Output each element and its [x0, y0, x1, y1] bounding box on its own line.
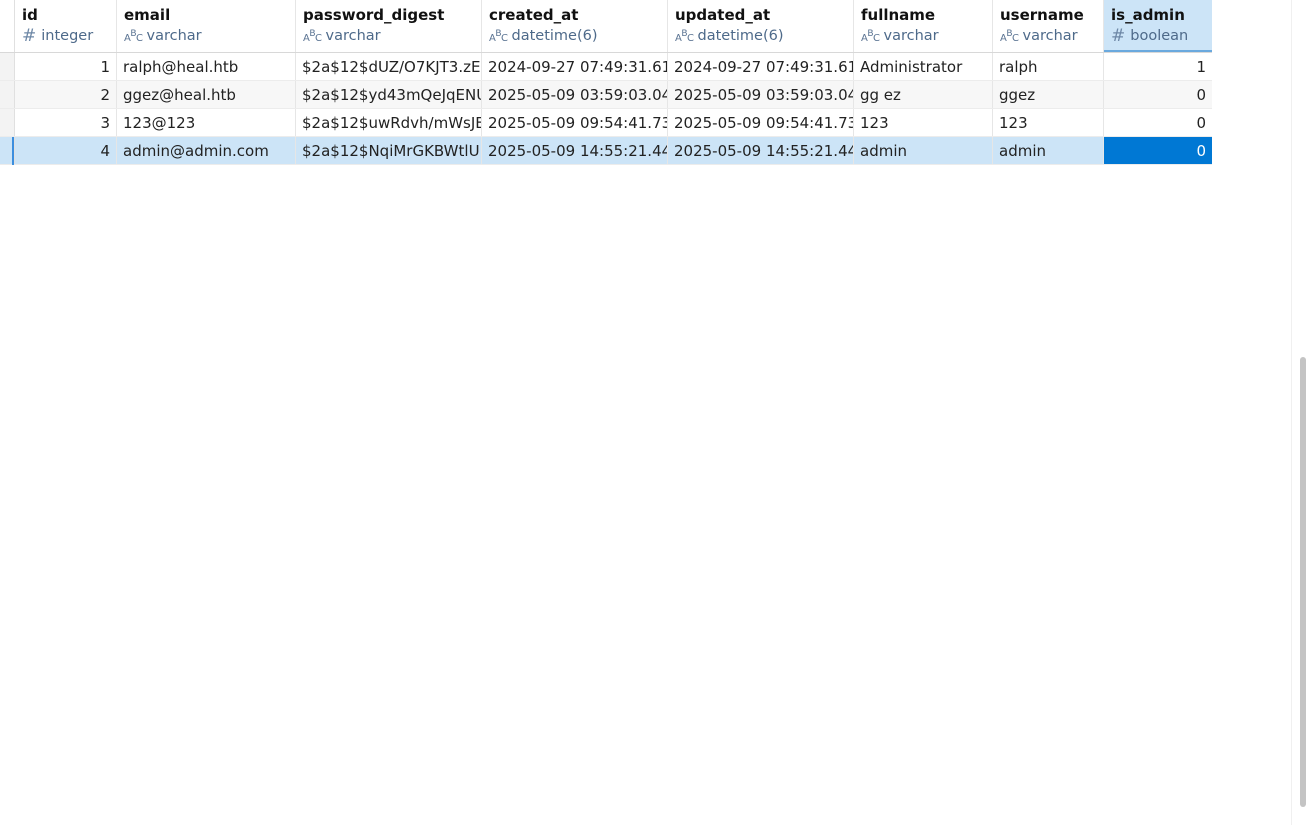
column-header-username[interactable]: username ABC varchar	[993, 0, 1104, 52]
cell-id[interactable]: 3	[15, 109, 117, 136]
column-header-created-at[interactable]: created_at ABC datetime(6)	[482, 0, 668, 52]
column-header-password-digest[interactable]: password_digest ABC varchar	[296, 0, 482, 52]
column-name: id	[22, 6, 38, 24]
cell-id[interactable]: 4	[15, 137, 117, 164]
abc-icon: ABC	[489, 29, 508, 44]
cell-id[interactable]: 2	[15, 81, 117, 108]
column-name: username	[1000, 6, 1084, 24]
row-gutter[interactable]	[0, 137, 15, 164]
cell-email[interactable]: 123@123	[117, 109, 296, 136]
cell-updated-at[interactable]: 2025-05-09 09:54:41.73	[668, 109, 854, 136]
column-type: # boolean	[1111, 26, 1206, 46]
cell-fullname[interactable]: 123	[854, 109, 993, 136]
table-row[interactable]: 2 ggez@heal.htb $2a$12$yd43mQeJqENU 2025…	[0, 81, 1212, 109]
cell-fullname[interactable]: gg ez	[854, 81, 993, 108]
column-header-fullname[interactable]: fullname ABC varchar	[854, 0, 993, 52]
cell-email[interactable]: ralph@heal.htb	[117, 53, 296, 80]
column-header-is-admin[interactable]: is_admin # boolean	[1104, 0, 1212, 52]
column-type-label: varchar	[146, 28, 202, 44]
cell-username[interactable]: ggez	[993, 81, 1104, 108]
column-type-label: boolean	[1130, 28, 1189, 44]
cell-created-at[interactable]: 2025-05-09 14:55:21.44	[482, 137, 668, 164]
column-name: fullname	[861, 6, 936, 24]
hash-icon: #	[22, 26, 37, 46]
cell-email[interactable]: admin@admin.com	[117, 137, 296, 164]
cell-password-digest[interactable]: $2a$12$uwRdvh/mWsJE	[296, 109, 482, 136]
column-name: email	[124, 6, 171, 24]
cell-username[interactable]: ralph	[993, 53, 1104, 80]
cell-created-at[interactable]: 2025-05-09 03:59:03.04	[482, 81, 668, 108]
column-header-email[interactable]: email ABC varchar	[117, 0, 296, 52]
grid-header: id # integer email ABC varchar password_di…	[0, 0, 1212, 53]
column-header-updated-at[interactable]: updated_at ABC datetime(6)	[668, 0, 854, 52]
cell-fullname[interactable]: Administrator	[854, 53, 993, 80]
abc-icon: ABC	[861, 29, 880, 44]
column-type: ABC datetime(6)	[489, 26, 661, 46]
column-type-label: varchar	[883, 28, 939, 44]
scrollbar-thumb[interactable]	[1300, 357, 1306, 807]
cell-is-admin[interactable]: 0	[1104, 109, 1212, 136]
cell-updated-at[interactable]: 2025-05-09 14:55:21.44	[668, 137, 854, 164]
column-type: ABC varchar	[861, 26, 986, 46]
column-type-label: integer	[41, 28, 94, 44]
row-gutter[interactable]	[0, 53, 15, 80]
column-type: ABC varchar	[303, 26, 475, 46]
cell-updated-at[interactable]: 2024-09-27 07:49:31.614	[668, 53, 854, 80]
column-type-label: varchar	[325, 28, 381, 44]
column-name: created_at	[489, 6, 579, 24]
column-type: ABC varchar	[124, 26, 289, 46]
column-type: ABC datetime(6)	[675, 26, 847, 46]
vertical-scrollbar[interactable]	[1291, 0, 1311, 825]
cell-username[interactable]: admin	[993, 137, 1104, 164]
column-type-label: datetime(6)	[697, 28, 784, 44]
table-row[interactable]: 3 123@123 $2a$12$uwRdvh/mWsJE 2025-05-09…	[0, 109, 1212, 137]
column-name: is_admin	[1111, 6, 1185, 24]
cell-password-digest[interactable]: $2a$12$dUZ/O7KJT3.zE4	[296, 53, 482, 80]
abc-icon: ABC	[1000, 29, 1019, 44]
abc-icon: ABC	[675, 29, 694, 44]
cell-username[interactable]: 123	[993, 109, 1104, 136]
cell-created-at[interactable]: 2024-09-27 07:49:31.614	[482, 53, 668, 80]
row-gutter[interactable]	[0, 81, 15, 108]
column-header-id[interactable]: id # integer	[15, 0, 117, 52]
column-type: ABC varchar	[1000, 26, 1097, 46]
cell-fullname[interactable]: admin	[854, 137, 993, 164]
column-name: password_digest	[303, 6, 445, 24]
cell-created-at[interactable]: 2025-05-09 09:54:41.73	[482, 109, 668, 136]
column-type-label: datetime(6)	[511, 28, 598, 44]
column-type-label: varchar	[1022, 28, 1078, 44]
cell-is-admin[interactable]: 0	[1104, 81, 1212, 108]
cell-updated-at[interactable]: 2025-05-09 03:59:03.04	[668, 81, 854, 108]
cell-email[interactable]: ggez@heal.htb	[117, 81, 296, 108]
cell-is-admin[interactable]: 1	[1104, 53, 1212, 80]
column-type: # integer	[22, 26, 110, 46]
cell-is-admin-active[interactable]: 0	[1104, 137, 1212, 164]
abc-icon: ABC	[303, 29, 322, 44]
cell-password-digest[interactable]: $2a$12$yd43mQeJqENU	[296, 81, 482, 108]
abc-icon: ABC	[124, 29, 143, 44]
table-row-selected[interactable]: 4 admin@admin.com $2a$12$NqiMrGKBWtlU 20…	[0, 137, 1212, 165]
column-name: updated_at	[675, 6, 771, 24]
row-gutter-header	[0, 0, 15, 52]
table-row[interactable]: 1 ralph@heal.htb $2a$12$dUZ/O7KJT3.zE4 2…	[0, 53, 1212, 81]
cell-id[interactable]: 1	[15, 53, 117, 80]
hash-icon: #	[1111, 26, 1126, 46]
result-grid: id # integer email ABC varchar password_di…	[0, 0, 1212, 165]
row-gutter[interactable]	[0, 109, 15, 136]
cell-password-digest[interactable]: $2a$12$NqiMrGKBWtlU	[296, 137, 482, 164]
